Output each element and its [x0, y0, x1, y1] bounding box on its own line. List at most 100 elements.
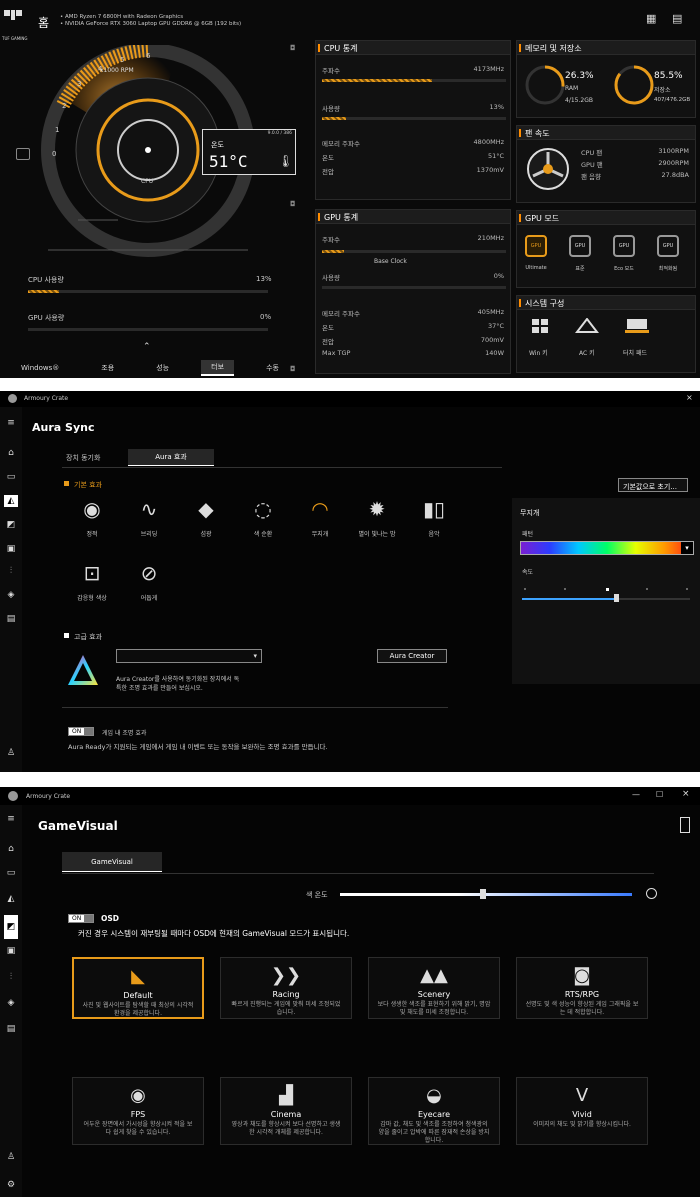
gamevisual-modes-grid: ◣ Default 사진 및 웹사이트를 탐색할 때 최상의 시각적 환경을 제공합… [72, 957, 664, 1187]
tab-aura-effects[interactable]: Aura 효과 [128, 449, 214, 466]
effect-rainbow[interactable]: ◠ 무지개 [290, 495, 350, 538]
mode-tab-4[interactable]: 수동 [256, 361, 289, 375]
temperature-readout: 9.0.0 / 386 온도 51°C 🌡 [202, 129, 296, 175]
gpu-mode-icon-0[interactable]: GPU [525, 235, 547, 257]
effect-adaptive-color[interactable]: ⊡ 감응형 색상 [62, 559, 122, 602]
gpu-name: • NVIDIA GeForce RTX 3060 Laptop GPU GDD… [60, 21, 242, 27]
layout-grid-icon[interactable]: ▦ [646, 12, 656, 25]
effect-color-cycle[interactable]: ◌ 색 순환 [233, 495, 293, 538]
user-icon-2[interactable]: ♙ [4, 1151, 18, 1163]
mode-desc: 어두운 장면에서 가시성을 향상시켜 적을 보다 쉽게 찾을 수 있습니다. [83, 1121, 193, 1136]
gamevisual-mode-default[interactable]: ◣ Default 사진 및 웹사이트를 탐색할 때 최상의 시각적 환경을 제공합… [72, 957, 204, 1019]
mode-tab-3[interactable]: 터보 [201, 360, 235, 376]
touchpad-label: 터치 패드 [623, 350, 647, 357]
mode-desc: 감마 값, 채도 및 색조를 조정하여 청색광의 양을 줄이고 압박에 따른 잠… [378, 1121, 490, 1144]
news-icon-2[interactable]: ▤ [4, 1023, 18, 1035]
mode-name: FPS [130, 1110, 146, 1119]
cpu-name: • AMD Ryzen 7 6800H with Radeon Graphics [60, 14, 184, 20]
mode-tab-2[interactable]: 성능 [146, 361, 179, 375]
aura-sync-icon-2[interactable]: ◭ [4, 893, 18, 905]
settings-gear-icon-2[interactable]: ⚙ [4, 1179, 18, 1191]
adaptive-color-icon: ⊡ [83, 561, 101, 585]
cpu-stats-card: CPU 통계 주파수 4173MHz 사용량 13% 메모리 주파수 4800MHz … [315, 40, 511, 200]
effect-starry-night[interactable]: ✹ 별이 빛나는 밤 [347, 495, 407, 538]
expand-icon-2[interactable]: ◘ [290, 200, 296, 208]
mode-name: RTS/RPG [564, 990, 600, 999]
menu-icon[interactable]: ≡ [4, 417, 18, 429]
gamevisual-icon[interactable]: ◩ [4, 519, 18, 531]
scenario-icon-2[interactable]: ▣ [4, 945, 18, 957]
mode-tab-1[interactable]: 조용 [91, 361, 124, 375]
gamevisual-mode-scenery[interactable]: ▲▲ Scenery 보다 생생한 색조를 표현하기 위해 밝기, 명암 및 채도를… [368, 957, 500, 1019]
cpu-usage-label: CPU 사용량 [28, 276, 64, 284]
gamevisual-mode-eyecare[interactable]: ◒ Eyecare 감마 값, 채도 및 색조를 조정하여 청색광의 양을 줄이고 … [368, 1077, 500, 1145]
gamevisual-mode-rtsrpg[interactable]: ◙ RTS/RPG 선명도 및 색 성능이 향상된 게임 그래픽을 보는 데 적합합… [516, 957, 648, 1019]
device-icon-right[interactable] [680, 817, 690, 833]
mixer-icon[interactable]: ⫶ [4, 565, 18, 577]
settings-gear-icon[interactable]: ⚙ [4, 771, 18, 772]
mode-tab-0[interactable]: Windows® [11, 362, 69, 374]
gpu-mode-icon-1[interactable]: GPU [569, 235, 591, 257]
storage-ring [614, 65, 654, 105]
aura-creator-button[interactable]: Aura Creator [377, 649, 447, 663]
advanced-effects-title: 고급 효과 [74, 633, 102, 641]
vivid-icon: V [575, 1085, 589, 1106]
effect-music[interactable]: ▮▯ 음악 [404, 495, 464, 538]
mixer-icon-2[interactable]: ⫶ [4, 971, 18, 983]
layout-list-icon[interactable]: ▤ [672, 12, 682, 25]
tab-device-sync[interactable]: 장치 동기화 [66, 453, 100, 463]
gpu-temp-row: 온도 37°C [322, 322, 504, 332]
cpu-usage-row-bar [322, 117, 506, 120]
home-icon[interactable]: ⌂ [4, 447, 18, 459]
effect-strobing[interactable]: ◆ 섬광 [176, 495, 236, 538]
side-toggle-icon[interactable] [16, 148, 30, 160]
deals-icon-2[interactable]: ◈ [4, 997, 18, 1009]
windows-key-icon[interactable] [531, 318, 549, 334]
app-logo-icon-2 [8, 791, 18, 801]
expand-icon[interactable]: ◘ [290, 44, 296, 52]
basic-effects-title: 기본 효과 [74, 481, 102, 489]
effect-static[interactable]: ◉ 정적 [62, 495, 122, 538]
gamevisual-mode-racing[interactable]: ❯❯ Racing 빠르게 진행되는 게임에 맞춰 미세 조정되었습니다. [220, 957, 352, 1019]
reset-icon[interactable] [646, 888, 657, 899]
gamevisual-mode-vivid[interactable]: V Vivid 이미지의 채도 및 밝기를 향상시킵니다. [516, 1077, 648, 1145]
deals-icon[interactable]: ◈ [4, 589, 18, 601]
device-select-dropdown[interactable]: ▾ [116, 649, 262, 663]
starry-night-icon: ✹ [368, 497, 386, 521]
gpu-mode-icon-3[interactable]: GPU [657, 235, 679, 257]
fan-title: 팬 속도 [517, 126, 695, 140]
close-icon-2[interactable]: × [682, 789, 690, 799]
gamevisual-mode-cinema[interactable]: ▟ Cinema 영상과 채도를 향상시켜 보다 선명하고 생생한 시각적 개체를 … [220, 1077, 352, 1145]
aura-sync-icon[interactable]: ◭ [4, 495, 18, 507]
user-icon[interactable]: ♙ [4, 747, 18, 759]
color-temp-slider[interactable] [340, 889, 632, 899]
gamevisual-icon-2[interactable]: ◩ [4, 915, 18, 939]
device-icon-2[interactable]: ▭ [4, 867, 18, 879]
speed-slider[interactable] [522, 594, 690, 602]
tab-gamevisual[interactable]: GameVisual [62, 852, 162, 872]
storage-label: 저장소 [654, 87, 671, 94]
effect-breathing[interactable]: ∿ 브리딩 [119, 495, 179, 538]
chevron-up-icon[interactable]: ⌃ [143, 342, 151, 352]
osd-toggle[interactable]: ON [68, 914, 94, 923]
reset-defaults-button[interactable]: 기본값으로 초기... [618, 478, 688, 492]
pattern-dropdown[interactable]: ▾ [520, 541, 694, 555]
advanced-marker [64, 633, 69, 638]
effect-dark[interactable]: ⊘ 어둡게 [119, 559, 179, 602]
gamevisual-mode-fps[interactable]: ◉ FPS 어두운 장면에서 가시성을 향상시켜 적을 보다 쉽게 찾을 수 있습니… [72, 1077, 204, 1145]
home-icon-2[interactable]: ⌂ [4, 843, 18, 855]
minimize-icon[interactable]: — [632, 790, 640, 799]
maximize-icon[interactable]: ☐ [656, 790, 663, 799]
scenario-icon[interactable]: ▣ [4, 543, 18, 555]
news-icon[interactable]: ▤ [4, 613, 18, 625]
touchpad-icon[interactable] [625, 318, 649, 334]
gpu-stats-card: GPU 통계 주파수 210MHz Base Clock 사용량 0% 메모리 주파… [315, 209, 511, 374]
device-icon[interactable]: ▭ [4, 471, 18, 483]
temp-value: 51°C [209, 152, 248, 171]
gpu-mode-icon-2[interactable]: GPU [613, 235, 635, 257]
close-icon[interactable]: × [686, 393, 693, 402]
ac-key-icon[interactable] [574, 317, 600, 334]
gauge-unit: x1000 RPM [100, 67, 134, 74]
ingame-lighting-toggle[interactable]: ON [68, 727, 94, 736]
menu-icon-2[interactable]: ≡ [4, 813, 18, 825]
